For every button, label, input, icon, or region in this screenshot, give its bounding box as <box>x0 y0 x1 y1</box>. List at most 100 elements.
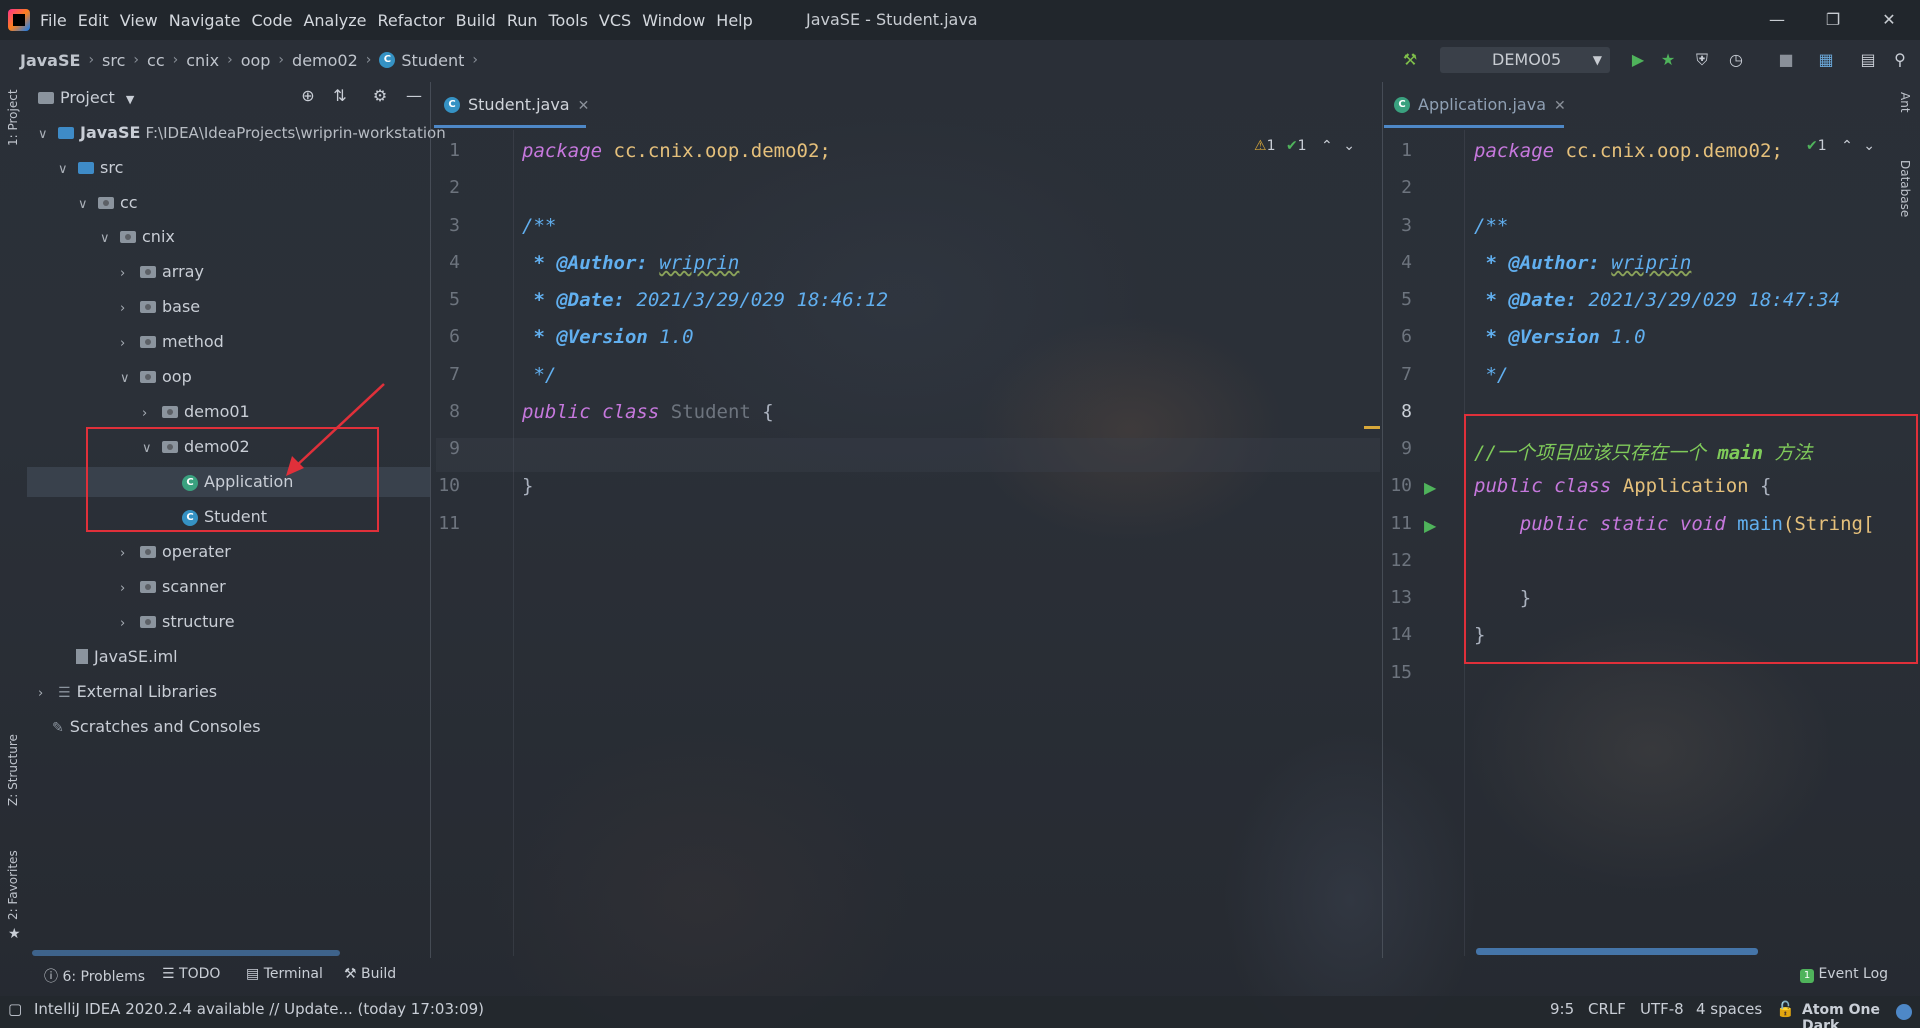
collapse-all-icon[interactable]: ⇅ <box>330 86 350 106</box>
breadcrumb-cnix[interactable]: cnix <box>186 51 219 70</box>
line-separator[interactable]: CRLF <box>1588 1000 1626 1018</box>
indent-setting[interactable]: 4 spaces <box>1696 1000 1762 1018</box>
status-message[interactable]: IntelliJ IDEA 2020.2.4 available // Upda… <box>34 1000 484 1018</box>
code-line[interactable]: * @Date: 2021/3/29/029 18:46:12 <box>522 289 888 311</box>
run-configuration-select[interactable]: DEMO05 ▼ <box>1440 47 1610 73</box>
tree-item-cc[interactable]: ∨ cc <box>78 188 138 218</box>
breadcrumb-project[interactable]: JavaSE <box>20 51 80 70</box>
code-line[interactable]: package cc.cnix.oop.demo02; <box>522 140 831 162</box>
project-horizontal-scrollbar[interactable] <box>32 950 340 956</box>
code-line[interactable]: */ <box>522 364 556 386</box>
tree-item-scratches[interactable]: ✎ Scratches and Consoles <box>52 712 261 742</box>
caret-position[interactable]: 9:5 <box>1550 1000 1574 1018</box>
chevron-up-icon[interactable]: ⌃ <box>1841 138 1853 154</box>
menu-file[interactable]: File <box>40 11 67 30</box>
code-line[interactable]: } <box>522 475 533 497</box>
menu-tools[interactable]: Tools <box>549 11 588 30</box>
tree-item-external-libraries[interactable]: › ☰ External Libraries <box>38 677 217 707</box>
terminal-toolbar-icon[interactable]: ▤ <box>1858 50 1878 70</box>
lock-icon[interactable]: 🔓 <box>1776 1000 1795 1018</box>
event-log-button[interactable]: 1 Event Log <box>1800 966 1888 983</box>
gear-icon[interactable]: ⚙ <box>370 86 390 106</box>
project-panel-header[interactable]: Project ▼ <box>38 86 134 110</box>
menu-build[interactable]: Build <box>456 11 496 30</box>
menu-refactor[interactable]: Refactor <box>378 11 445 30</box>
structure-tool-window-button[interactable]: Z: Structure <box>6 734 20 806</box>
menu-navigate[interactable]: Navigate <box>169 11 241 30</box>
tree-item-javase[interactable]: ∨ JavaSE F:\IDEA\IdeaProjects\wriprin-wor… <box>38 118 446 148</box>
code-line[interactable]: * @Version 1.0 <box>1474 326 1645 348</box>
hide-panel-icon[interactable]: — <box>404 86 424 106</box>
menu-run[interactable]: Run <box>507 11 538 30</box>
tree-item-method[interactable]: › method <box>120 327 224 357</box>
menu-code[interactable]: Code <box>252 11 293 30</box>
project-structure-icon[interactable]: ▦ <box>1816 50 1836 70</box>
run-icon[interactable]: ▶ <box>1628 50 1648 70</box>
breadcrumb-cc[interactable]: cc <box>147 51 165 70</box>
chevron-down-icon[interactable]: ⌄ <box>1343 138 1355 154</box>
tab-application-java[interactable]: C Application.java ✕ <box>1384 88 1566 128</box>
restore-icon[interactable]: ❐ <box>1810 6 1856 34</box>
menu-vcs[interactable]: VCS <box>599 11 631 30</box>
favorites-tool-window-button[interactable]: 2: Favorites <box>6 850 20 920</box>
code-line[interactable]: public class Student { <box>522 401 774 423</box>
close-tab-icon[interactable]: ✕ <box>1554 98 1566 114</box>
tree-item-scanner[interactable]: › scanner <box>120 572 226 602</box>
chevron-down-icon[interactable]: ⌄ <box>1863 138 1875 154</box>
search-everywhere-icon[interactable]: ⚲ <box>1890 50 1910 70</box>
build-hammer-icon[interactable]: ⚒ <box>1400 50 1420 70</box>
menu-view[interactable]: View <box>120 11 158 30</box>
run-class-gutter-icon[interactable]: ▶ <box>1424 478 1436 497</box>
code-line[interactable]: */ <box>1474 364 1508 386</box>
project-tool-window-button[interactable]: 1: Project <box>6 89 20 146</box>
code-line[interactable]: package cc.cnix.oop.demo02; <box>1474 140 1783 162</box>
stop-icon[interactable]: ■ <box>1776 50 1796 70</box>
menu-edit[interactable]: Edit <box>78 11 109 30</box>
build-tool-button[interactable]: ⚒ Build <box>344 966 396 982</box>
minimize-icon[interactable]: — <box>1754 6 1800 34</box>
tab-student-java[interactable]: C Student.java ✕ <box>434 88 589 128</box>
tree-item-array[interactable]: › array <box>120 257 204 287</box>
locate-icon[interactable]: ⊕ <box>298 86 318 106</box>
tree-item-base[interactable]: › base <box>120 292 200 322</box>
close-window-icon[interactable]: ✕ <box>1866 6 1912 34</box>
debug-icon[interactable]: ★ <box>1658 50 1678 70</box>
code-line[interactable]: /** <box>1474 215 1508 237</box>
file-encoding[interactable]: UTF-8 <box>1640 1000 1684 1018</box>
breadcrumb-demo02[interactable]: demo02 <box>292 51 358 70</box>
code-line[interactable]: * @Date: 2021/3/29/029 18:47:34 <box>1474 289 1840 311</box>
tree-item-structure[interactable]: › structure <box>120 607 235 637</box>
inspection-widget[interactable]: ✔1 ⌃ ⌄ <box>1806 138 1875 154</box>
status-toggle-icon[interactable]: ▢ <box>8 1000 22 1018</box>
warning-marker[interactable] <box>1364 426 1380 429</box>
tree-item-javase-iml[interactable]: JavaSE.iml <box>76 642 178 672</box>
breadcrumb-src[interactable]: src <box>102 51 125 70</box>
menu-analyze[interactable]: Analyze <box>303 11 366 30</box>
tree-item-src[interactable]: ∨ src <box>58 153 123 183</box>
code-line[interactable]: * @Author: wriprin <box>1474 252 1691 274</box>
menu-help[interactable]: Help <box>716 11 752 30</box>
problems-tool-button[interactable]: ⓘ 6: Problems <box>44 966 145 986</box>
breadcrumb-student[interactable]: Student <box>401 51 464 70</box>
tree-item-oop[interactable]: ∨ oop <box>120 362 192 392</box>
profile-icon[interactable]: ◷ <box>1726 50 1746 70</box>
todo-tool-button[interactable]: ☰ TODO <box>162 966 220 982</box>
menu-window[interactable]: Window <box>642 11 705 30</box>
tree-item-operater[interactable]: › operater <box>120 537 231 567</box>
tree-item-cnix[interactable]: ∨ cnix <box>100 222 175 252</box>
run-method-gutter-icon[interactable]: ▶ <box>1424 516 1436 535</box>
close-tab-icon[interactable]: ✕ <box>578 98 590 114</box>
editor-horizontal-scrollbar[interactable] <box>1476 948 1758 955</box>
coverage-icon[interactable]: ⛨ <box>1692 50 1712 70</box>
code-line[interactable]: /** <box>522 215 556 237</box>
breadcrumb-oop[interactable]: oop <box>241 51 271 70</box>
line-number: 2 <box>449 177 460 198</box>
terminal-tool-button[interactable]: ▤ Terminal <box>246 966 323 982</box>
tree-item-demo01[interactable]: › demo01 <box>142 397 250 427</box>
code-line[interactable]: * @Author: wriprin <box>522 252 739 274</box>
ant-tool-window-button[interactable]: Ant <box>1898 92 1912 113</box>
database-tool-window-button[interactable]: Database <box>1898 160 1912 217</box>
chevron-up-icon[interactable]: ⌃ <box>1321 138 1333 154</box>
inspection-widget[interactable]: ⚠1 ✔1 ⌃ ⌄ <box>1254 138 1355 154</box>
code-line[interactable]: * @Version 1.0 <box>522 326 693 348</box>
